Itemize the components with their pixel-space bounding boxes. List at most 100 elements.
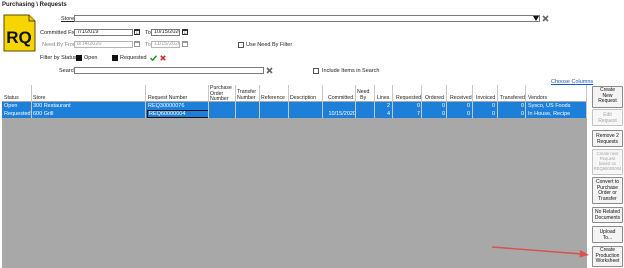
create-next-request-button[interactable]: Create next Request based on REQ60000004 [592,149,623,175]
dropdown-arrow-icon[interactable] [533,16,539,21]
col-transfer-number[interactable]: Transfer Number [237,89,256,101]
use-need-by-label: Use Need By Filter [246,42,293,48]
column-divider[interactable] [472,85,473,118]
committed-to-input[interactable]: 10/15/2020 [151,29,180,36]
need-by-from-label: Need By From [42,42,78,48]
column-divider[interactable] [322,85,323,118]
create-new-request-button[interactable]: Create New Request [592,86,623,108]
page-breadcrumb: Purchasing \ Requests [2,2,67,8]
cell-request-number[interactable]: REQ60000004 [147,110,209,118]
col-store[interactable]: Store [33,95,45,102]
annotation-arrow [491,246,589,258]
store-select[interactable] [74,15,540,22]
table-row[interactable]: Requested 600 Grill REQ60000004 10/15/20… [2,110,587,118]
store-label: Store [61,16,75,22]
col-transferred[interactable]: Transfered [500,95,525,102]
column-divider[interactable] [525,85,526,118]
include-items-checkbox[interactable] [313,68,319,74]
cell-requested: 7 [416,111,420,117]
committed-from-input[interactable]: 7/1/2019 [74,29,133,36]
need-by-to-input[interactable]: 11/15/2020 [151,41,180,48]
cell-invoiced: 0 [491,111,495,117]
col-request-number[interactable]: Request Number [148,95,187,102]
col-received[interactable]: Received [450,95,472,102]
button-line: Requests [596,138,619,145]
need-by-from-input[interactable]: 8/14/2020 [74,41,133,48]
related-documents-button[interactable]: No Related Documents [592,207,623,223]
remove-requests-button[interactable]: Remove 2 Requests [592,130,623,147]
cell-store: 600 Grill [33,111,54,117]
clear-x-icon[interactable] [266,67,273,74]
table-row[interactable]: Open 300 Restaurant REQ30000076 2 0 0 0 … [2,102,587,110]
calendar-icon[interactable] [134,29,140,35]
cell-ordered: 0 [441,111,445,117]
column-divider [586,85,587,118]
cell-lines: 2 [386,103,390,109]
cell-ordered: 0 [441,103,445,109]
search-input[interactable] [74,67,264,74]
column-divider[interactable] [355,85,356,118]
include-items-label: Include Items in Search [322,68,380,74]
button-line: REQ60000004 [593,166,622,171]
button-line: Worksheet [595,258,620,265]
cell-transferred: 0 [520,111,524,117]
status-open-label: Open [84,55,98,61]
logo-text: RQ [6,28,32,47]
column-divider[interactable] [31,85,32,118]
cell-requested: 0 [416,103,420,109]
calendar-icon[interactable] [182,41,188,47]
cell-vendors: In House, Recipe [528,111,571,117]
col-requested[interactable]: Requested [396,95,421,102]
col-need-by[interactable]: Need By [357,89,369,101]
create-production-worksheet-button[interactable]: Create Production Worksheet [592,246,623,267]
upload-to-button[interactable]: Upload To... [592,226,623,243]
cell-status: Open [4,103,18,109]
cell-transferred: 0 [520,103,524,109]
col-vendors[interactable]: Vendors [528,95,547,102]
col-need-by-line2: By [360,94,367,101]
column-divider[interactable] [288,85,289,118]
column-divider[interactable] [259,85,260,118]
cell-received: 0 [466,103,470,109]
column-divider[interactable] [145,85,146,118]
col-invoiced[interactable]: Invoiced [476,95,495,102]
calendar-icon[interactable] [182,29,188,35]
status-requested-checkbox[interactable] [112,55,118,61]
cell-lines: 4 [386,111,390,117]
column-divider[interactable] [446,85,447,118]
need-by-to-label: To [145,42,151,48]
requests-logo: RQ [3,14,36,52]
clear-x-icon[interactable] [542,15,549,22]
red-x-icon[interactable] [160,55,166,61]
cell-received: 0 [466,111,470,117]
checkmark-icon[interactable] [150,55,157,61]
edit-request-button[interactable]: Edit Request [592,109,623,126]
cell-committed: 10/15/2020 [328,111,356,117]
col-purchase-order-number[interactable]: Purchase Order Number [210,85,232,103]
button-line: Request [598,117,617,124]
cell-committed [320,102,356,110]
column-divider[interactable] [208,85,209,118]
cell-invoiced: 0 [491,103,495,109]
col-description[interactable]: Description [290,95,316,102]
use-need-by-checkbox[interactable] [238,42,244,48]
status-open-checkbox[interactable] [76,55,82,61]
col-lines[interactable]: Lines [377,95,389,102]
column-divider[interactable] [374,85,375,118]
convert-to-po-button[interactable]: Convert to Purchase Order or Transfer [592,177,623,204]
status-requested-label: Requested [120,55,147,61]
filter-status-label: Filter by Status: [40,55,79,61]
col-reference[interactable]: Reference [261,95,285,102]
calendar-icon[interactable] [134,41,140,47]
col-committed[interactable]: Committed [328,95,353,102]
column-divider[interactable] [235,85,236,118]
committed-to-label: To [145,30,151,36]
button-line: Documents [594,214,621,221]
column-divider[interactable] [392,85,393,118]
cell-vendors: Sysco, US Foods [528,103,571,109]
col-status[interactable]: Status [4,95,19,102]
column-divider[interactable] [497,85,498,118]
cell-store: 300 Restaurant [33,103,71,109]
column-divider[interactable] [421,85,422,118]
col-ordered[interactable]: Ordered [425,95,444,102]
